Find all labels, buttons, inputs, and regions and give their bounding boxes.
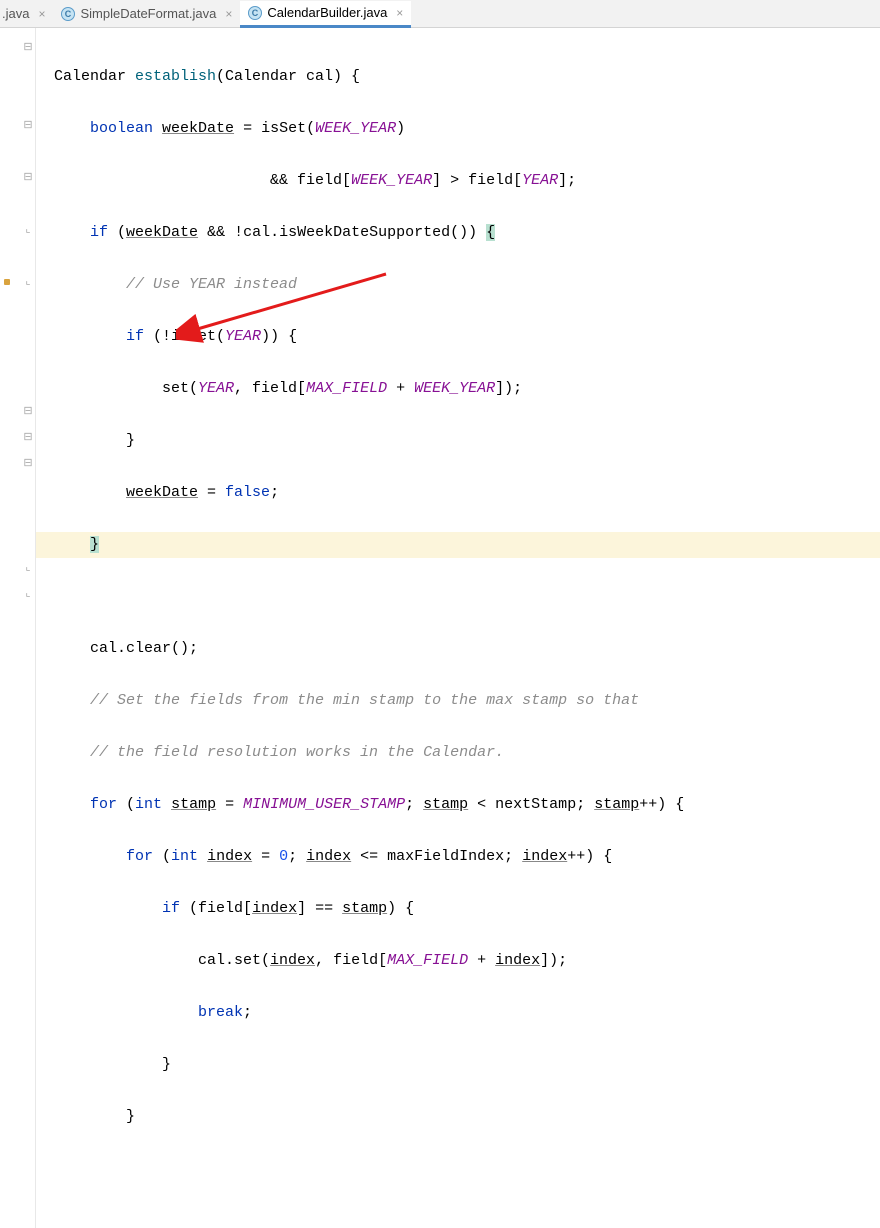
code-line: // the field resolution works in the Cal… <box>54 740 880 766</box>
tab-label: .java <box>2 6 29 21</box>
code-line: } <box>54 1104 880 1130</box>
code-line: // Set the fields from the min stamp to … <box>54 688 880 714</box>
code-line: boolean weekDate = isSet(WEEK_YEAR) <box>54 116 880 142</box>
java-class-icon: C <box>248 6 262 20</box>
code-line: // Use YEAR instead <box>54 272 880 298</box>
fold-icon[interactable]: ⊟ <box>22 170 34 183</box>
editor-tabs: .java × C SimpleDateFormat.java × C Cale… <box>0 0 880 28</box>
fold-icon[interactable]: ⊟ <box>22 430 34 443</box>
tab-label: SimpleDateFormat.java <box>80 6 216 21</box>
code-line <box>54 584 880 610</box>
code-line: if (field[index] == stamp) { <box>54 896 880 922</box>
code-line: for (int stamp = MINIMUM_USER_STAMP; sta… <box>54 792 880 818</box>
fold-icon[interactable]: ⊟ <box>22 404 34 417</box>
close-icon[interactable]: × <box>221 7 232 21</box>
code-line: break; <box>54 1000 880 1026</box>
tab-label: CalendarBuilder.java <box>267 5 387 20</box>
code-line: cal.clear(); <box>54 636 880 662</box>
tab-simpledateformat[interactable]: C SimpleDateFormat.java × <box>53 0 240 27</box>
editor-gutter: ⊟ ⊟ ⊟ ⌞ ⌞ ⊟ ⊟ ⊟ ⌞ ⌞ <box>0 28 36 1228</box>
code-line: } <box>54 428 880 454</box>
tab-partial[interactable]: .java × <box>0 0 53 27</box>
code-line: set(YEAR, field[MAX_FIELD + WEEK_YEAR]); <box>54 376 880 402</box>
close-icon[interactable]: × <box>34 7 45 21</box>
svg-text:C: C <box>65 9 72 19</box>
fold-icon[interactable]: ⊟ <box>22 118 34 131</box>
code-line: cal.set(index, field[MAX_FIELD + index])… <box>54 948 880 974</box>
code-line: weekDate = false; <box>54 480 880 506</box>
svg-text:C: C <box>252 8 259 18</box>
code-line: if (weekDate && !cal.isWeekDateSupported… <box>54 220 880 246</box>
java-class-icon: C <box>61 7 75 21</box>
tab-calendarbuilder[interactable]: C CalendarBuilder.java × <box>240 1 411 28</box>
code-area[interactable]: Calendar establish(Calendar cal) { boole… <box>36 28 880 1228</box>
code-line: } <box>54 1052 880 1078</box>
fold-end-icon[interactable]: ⌞ <box>22 560 34 573</box>
code-line: for (int index = 0; index <= maxFieldInd… <box>54 844 880 870</box>
code-line: Calendar establish(Calendar cal) { <box>54 64 880 90</box>
fold-end-icon[interactable]: ⌞ <box>22 222 34 235</box>
fold-end-icon[interactable]: ⌞ <box>22 586 34 599</box>
code-line: } <box>54 532 880 558</box>
fold-icon[interactable]: ⊟ <box>22 456 34 469</box>
code-editor[interactable]: ⊟ ⊟ ⊟ ⌞ ⌞ ⊟ ⊟ ⊟ ⌞ ⌞ Calendar establish(C… <box>0 28 880 1228</box>
close-icon[interactable]: × <box>392 6 403 20</box>
code-line: && field[WEEK_YEAR] > field[YEAR]; <box>54 168 880 194</box>
fold-icon[interactable]: ⊟ <box>22 40 34 53</box>
gutter-change-marker <box>4 279 10 285</box>
code-line: if (!isSet(YEAR)) { <box>54 324 880 350</box>
fold-end-icon[interactable]: ⌞ <box>22 274 34 287</box>
